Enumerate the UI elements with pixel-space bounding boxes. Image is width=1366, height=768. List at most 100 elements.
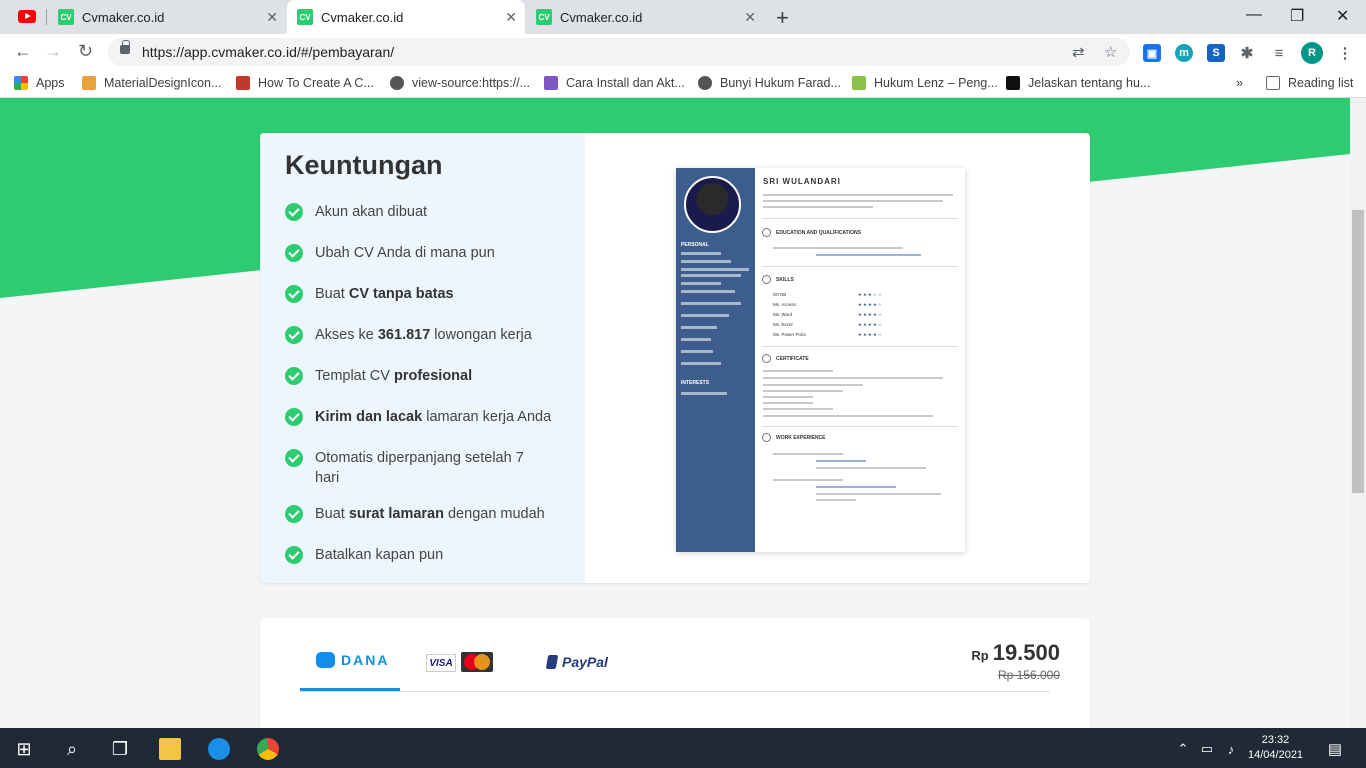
skill-stars: ★★★★☆	[857, 322, 883, 327]
price-block: Rp 19.500 Rp 156.000	[971, 640, 1060, 682]
media-control-icon[interactable]: ≡	[1270, 44, 1288, 62]
extension-s-icon[interactable]: S	[1207, 44, 1225, 62]
cv-text-line	[763, 408, 833, 410]
address-bar[interactable]: https://app.cvmaker.co.id/#/pembayaran/ …	[108, 38, 1130, 66]
page-scrollbar[interactable]	[1350, 98, 1366, 728]
bookmark-label: Bunyi Hukum Farad...	[720, 76, 841, 90]
benefit-item: Kirim dan lacak lamaran kerja Anda	[285, 407, 551, 427]
close-icon[interactable]: ✕	[744, 9, 756, 26]
scrollbar-thumb[interactable]	[1352, 210, 1364, 493]
reload-icon[interactable]: ↻	[78, 41, 93, 62]
bookmark-star-icon[interactable]: ☆	[1104, 43, 1117, 61]
check-icon	[285, 326, 303, 344]
search-icon[interactable]: ⌕	[61, 738, 83, 760]
new-tab-plus-icon[interactable]: +	[776, 5, 789, 31]
price-currency: Rp	[971, 648, 989, 663]
materialdesign-icon	[82, 76, 96, 90]
bookmark-item[interactable]: Bunyi Hukum Farad...	[698, 76, 841, 90]
menu-kebab-icon[interactable]: ⋮	[1336, 44, 1354, 62]
url-text[interactable]: https://app.cvmaker.co.id/#/pembayaran/	[142, 44, 394, 60]
check-icon	[285, 546, 303, 564]
youtube-tab-icon[interactable]	[18, 10, 36, 23]
chrome-browser-icon[interactable]	[257, 738, 279, 760]
forward-arrow-icon[interactable]: →	[44, 41, 62, 62]
check-icon	[285, 449, 303, 467]
benefit-bold: CV tanpa batas	[348, 286, 454, 302]
extensions-puzzle-icon[interactable]: ✱	[1238, 44, 1256, 62]
mastercard-orange-circle	[474, 654, 490, 670]
bookmark-label: Hukum Lenz – Peng...	[874, 76, 998, 90]
skill-name: Ms. Access	[773, 302, 796, 307]
tab-title: Cvmaker.co.id	[321, 9, 404, 25]
original-price: Rp 156.000	[997, 668, 1060, 682]
minimize-icon[interactable]: —	[1246, 6, 1262, 24]
bookmark-item[interactable]: Jelaskan tentang hu...	[1006, 76, 1150, 90]
cv-text-line	[681, 290, 735, 293]
payment-tab-card[interactable]: VISA	[426, 654, 456, 672]
profile-avatar[interactable]: R	[1301, 42, 1323, 64]
payment-tab-dana[interactable]: DANA	[316, 652, 389, 668]
bookmark-apps[interactable]: Apps	[14, 76, 65, 90]
bookmark-item[interactable]: MaterialDesignIcon...	[82, 76, 221, 90]
benefit-bold: Kirim dan lacak	[315, 409, 423, 425]
translate-icon[interactable]: ⇄	[1072, 43, 1085, 61]
tab-2-active[interactable]: CV Cvmaker.co.id ✕	[287, 0, 525, 34]
lock-icon[interactable]	[120, 40, 130, 54]
extension-screenshot-icon[interactable]: ▣	[1143, 44, 1161, 62]
cv-skill-row: Ms. Word ★★★★☆	[773, 312, 883, 318]
window-close-icon[interactable]: ✕	[1336, 6, 1349, 26]
paypal-label: PayPal	[562, 654, 608, 670]
payment-card: DANA VISA PayPal Rp 19.500 Rp 156.000	[260, 618, 1090, 728]
edge-browser-icon[interactable]	[208, 738, 230, 760]
maximize-icon[interactable]: ❐	[1290, 6, 1304, 26]
bookmark-label: Cara Install dan Akt...	[566, 76, 685, 90]
tab-3[interactable]: CV Cvmaker.co.id ✕	[526, 0, 764, 34]
close-icon[interactable]: ✕	[505, 9, 517, 26]
tab-1[interactable]: CV Cvmaker.co.id ✕	[48, 0, 286, 34]
education-icon	[762, 228, 771, 237]
battery-icon[interactable]: ▭	[1196, 738, 1218, 760]
benefit-item: Otomatis diperpanjang setelah 7 hari	[285, 448, 550, 488]
cv-favicon-icon: CV	[297, 9, 313, 25]
check-icon	[285, 505, 303, 523]
benefit-text: dengan mudah	[443, 506, 545, 522]
cv-skill-row: Ms. Excel ★★★★☆	[773, 322, 883, 328]
apps-grid-icon	[14, 76, 28, 90]
cv-text-line	[681, 338, 711, 341]
tab-title: Cvmaker.co.id	[82, 9, 165, 25]
bookmark-item[interactable]: Hukum Lenz – Peng...	[852, 76, 998, 90]
cv-text-line	[681, 274, 741, 277]
task-view-icon[interactable]: ❐	[109, 738, 131, 760]
cv-text-line	[816, 254, 921, 256]
taskbar-clock[interactable]: 23:32 14/04/2021	[1248, 733, 1303, 763]
cv-template-preview: PERSONAL INTERESTS SRI WULANDARI EDUCATI…	[676, 168, 965, 552]
bookmark-label: view-source:https://...	[412, 76, 531, 90]
benefit-item: Batalkan kapan pun	[285, 545, 443, 565]
volume-icon[interactable]: ♪	[1220, 738, 1242, 760]
cv-divider	[762, 346, 958, 347]
mastercard-logo-icon[interactable]	[461, 652, 493, 672]
bookmark-label: Apps	[36, 76, 65, 90]
skills-icon	[762, 275, 771, 284]
benefit-text: Ubah CV Anda di mana pun	[315, 245, 495, 261]
bookmark-item[interactable]: view-source:https://...	[390, 76, 530, 90]
cv-text-line	[816, 486, 896, 488]
globe-icon	[390, 76, 404, 90]
cv-text-line	[816, 460, 866, 462]
bookmark-item[interactable]: Cara Install dan Akt...	[544, 76, 685, 90]
bookmark-item[interactable]: How To Create A C...	[236, 76, 374, 90]
tray-chevron-up-icon[interactable]: ⌃	[1172, 738, 1194, 760]
close-icon[interactable]: ✕	[266, 9, 278, 26]
benefit-bold: surat lamaran	[348, 506, 444, 522]
windows-start-icon[interactable]: ⊞	[13, 738, 35, 760]
extension-m-icon[interactable]: m	[1175, 44, 1193, 62]
reading-list-button[interactable]: Reading list	[1266, 76, 1353, 90]
file-explorer-icon[interactable]	[159, 738, 181, 760]
back-arrow-icon[interactable]: ←	[14, 41, 32, 62]
bookmarks-overflow-button[interactable]: »	[1236, 76, 1243, 90]
bookmarks-bar: Apps MaterialDesignIcon... How To Create…	[0, 70, 1366, 98]
notifications-icon[interactable]: ▤	[1324, 738, 1346, 760]
check-icon	[285, 285, 303, 303]
cv-text-line	[763, 200, 943, 202]
payment-tab-paypal[interactable]: PayPal	[545, 654, 608, 670]
